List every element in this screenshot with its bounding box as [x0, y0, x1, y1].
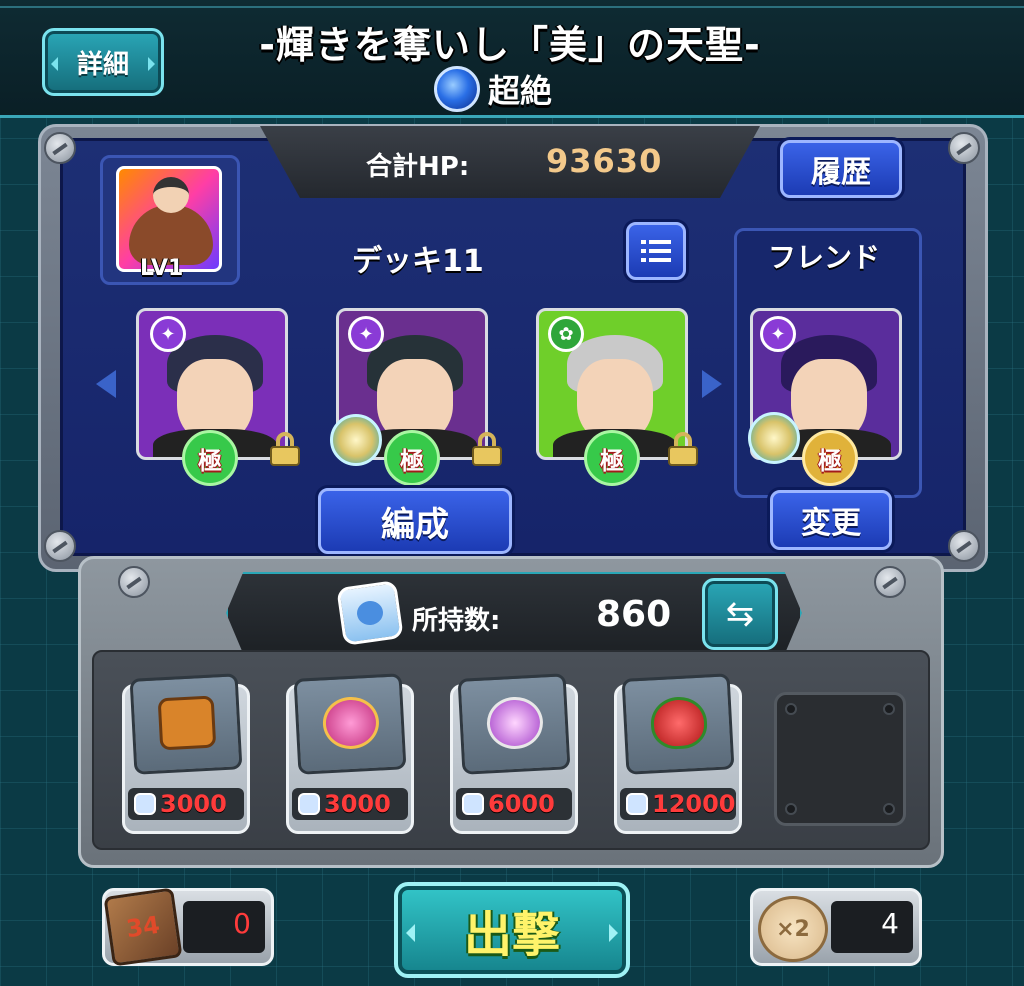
- lock-icon[interactable]: [668, 432, 698, 466]
- change-friend-button[interactable]: 変更: [770, 490, 892, 550]
- quest-title: -輝きを奪いし「美」の天聖-: [259, 23, 761, 67]
- lock-icon[interactable]: [270, 432, 300, 466]
- friend-label: フレンド: [768, 241, 881, 274]
- header-divider: [0, 6, 1024, 8]
- total-hp-bar: [260, 126, 760, 198]
- item-price-value: 12000: [652, 790, 736, 818]
- strawberry-heart-icon: [621, 673, 735, 775]
- screw-icon: [874, 566, 906, 598]
- orb-currency-icon: [298, 793, 320, 815]
- difficulty-label: 超絶: [488, 72, 553, 110]
- element-dark-icon: ✦: [760, 316, 796, 352]
- arrow-right-icon[interactable]: [702, 370, 722, 398]
- empty-item-slot: [774, 692, 906, 826]
- orb-currency-icon: [134, 793, 156, 815]
- item-price: 12000: [620, 788, 736, 820]
- item-price: 3000: [128, 788, 244, 820]
- screw-icon: [118, 566, 150, 598]
- difficulty-indicator: 超絶: [434, 66, 552, 112]
- dice-count-value: 0: [233, 907, 251, 940]
- item-price-value: 3000: [160, 790, 227, 818]
- kiwami-badge: 極: [802, 430, 858, 486]
- formation-button[interactable]: 編成: [318, 488, 512, 554]
- deck-list-button[interactable]: [626, 222, 686, 280]
- detail-button[interactable]: 詳細: [42, 28, 164, 96]
- dice-icon: 34: [103, 887, 183, 967]
- item-price: 3000: [292, 788, 408, 820]
- lock-icon[interactable]: [472, 432, 502, 466]
- kiwami-badge: 極: [182, 430, 238, 486]
- difficulty-orb-icon: [434, 66, 480, 112]
- total-hp-label: 合計HP:: [366, 152, 470, 182]
- swap-currency-button[interactable]: ⇆: [702, 578, 778, 650]
- item-price-value: 3000: [324, 790, 391, 818]
- gauge-ability-icon: [748, 412, 800, 464]
- swap-arrows-icon: ⇆: [725, 594, 755, 634]
- element-dark-icon: ✦: [348, 316, 384, 352]
- pink-orb-icon: [293, 673, 407, 775]
- list-icon: [641, 240, 671, 262]
- orb-currency-icon: [462, 793, 484, 815]
- screw-icon: [948, 530, 980, 562]
- orb-currency-icon: [336, 580, 404, 646]
- avatar-head: [153, 177, 189, 213]
- player-level: LV1: [140, 256, 184, 281]
- purple-orb-icon: [457, 673, 571, 775]
- element-dark-icon: ✦: [150, 316, 186, 352]
- arrow-left-icon[interactable]: [96, 370, 116, 398]
- bonus-count-field: [831, 901, 913, 953]
- orb-currency-icon: [626, 793, 648, 815]
- screw-icon: [948, 132, 980, 164]
- kiwami-badge: 極: [584, 430, 640, 486]
- bonus-count-value: 4: [881, 907, 899, 940]
- deck-name: デッキ11: [352, 244, 484, 279]
- owned-count-value: 860: [596, 594, 672, 635]
- item-price: 6000: [456, 788, 572, 820]
- screw-icon: [44, 132, 76, 164]
- element-wood-icon: ✿: [548, 316, 584, 352]
- sortie-button[interactable]: 出撃: [394, 882, 630, 978]
- gauge-ability-icon: [330, 414, 382, 466]
- dice-count-field: [183, 901, 265, 953]
- owned-count-label: 所持数:: [412, 606, 501, 636]
- total-hp-value: 93630: [546, 142, 663, 180]
- bonus-multiplier-icon: ×2: [758, 896, 828, 962]
- history-button[interactable]: 履歴: [780, 140, 902, 198]
- item-price-value: 6000: [488, 790, 555, 818]
- screw-icon: [44, 530, 76, 562]
- kiwami-badge: 極: [384, 430, 440, 486]
- treasure-chest-icon: [129, 673, 243, 775]
